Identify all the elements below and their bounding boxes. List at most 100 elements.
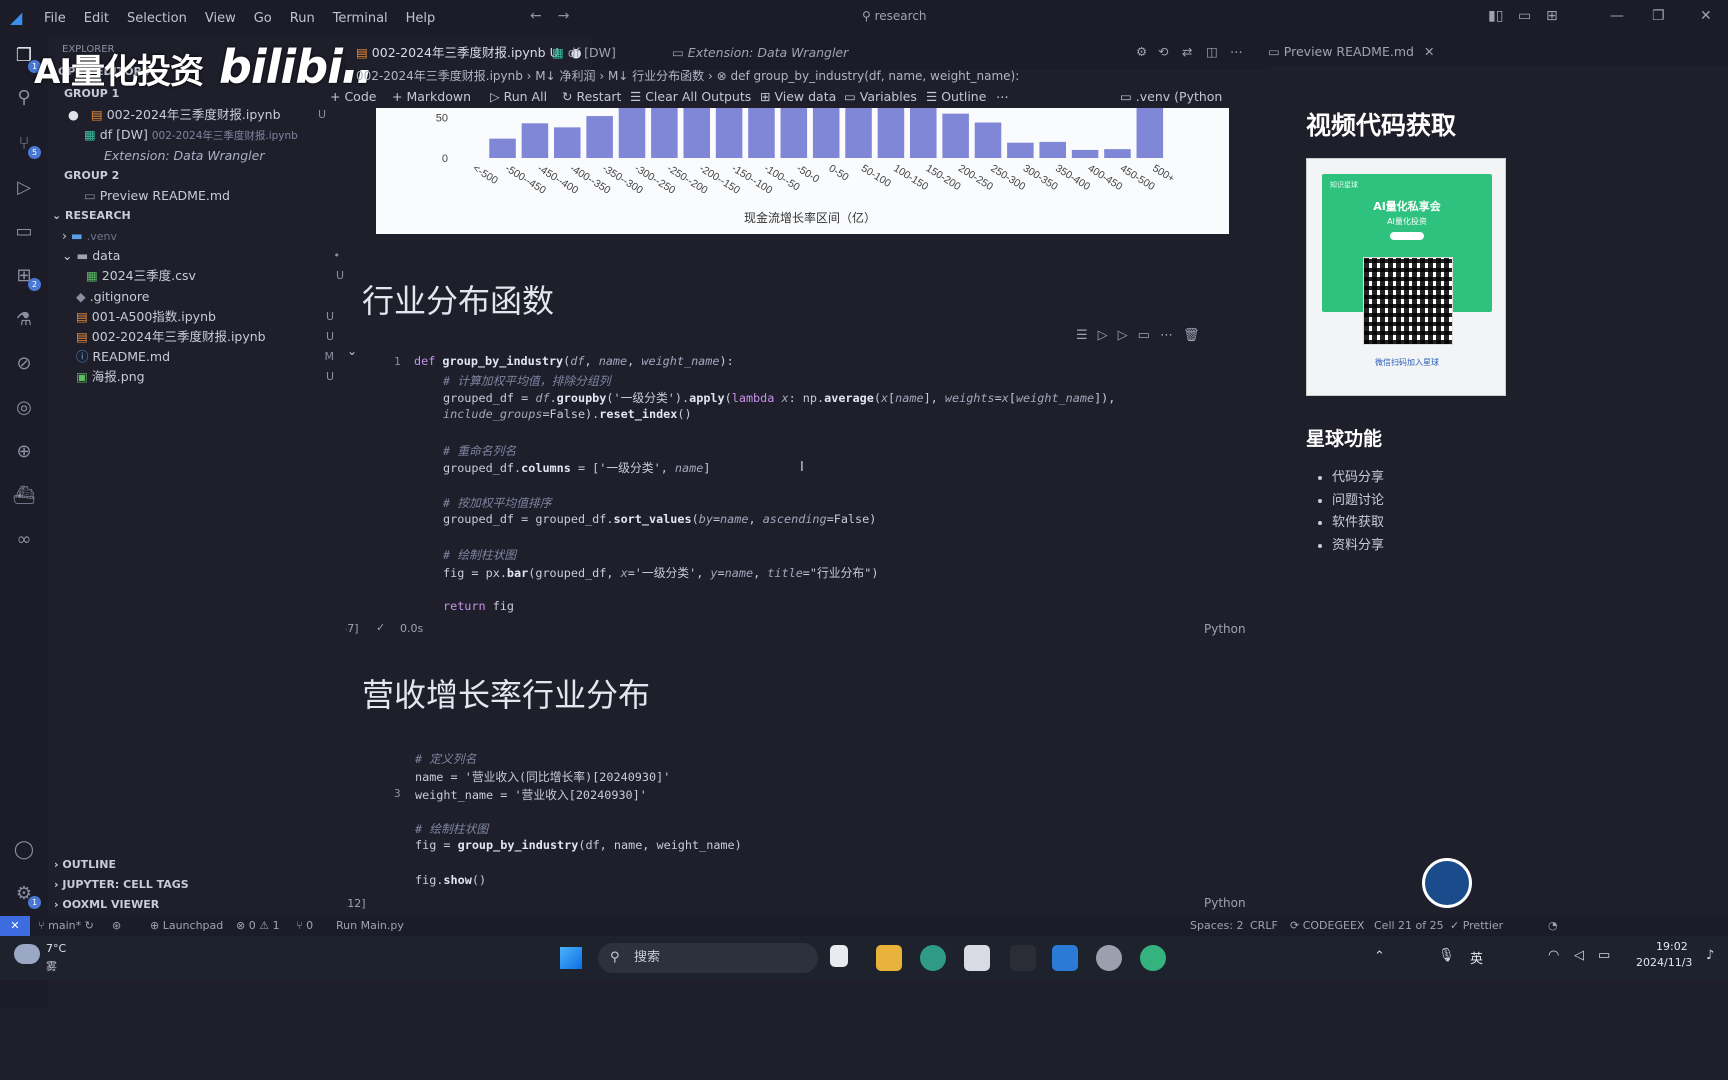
tab-preview[interactable]: ▭ Preview README.md ✕ [1268,44,1434,59]
code-line[interactable]: # 按加权平均值排序 [443,494,552,511]
variables-button[interactable]: ▭ Variables [844,86,917,108]
history-icon[interactable]: ⟲ [1158,44,1168,59]
nav-arrows[interactable]: ←→ [530,8,585,24]
run-above-icon[interactable]: ☰ [1076,328,1098,343]
restore-icon[interactable]: ❐ [1652,8,1665,24]
layout-sidebar-icon[interactable]: ▮▯ [1488,8,1503,24]
chart-bar[interactable] [877,108,905,158]
menu-file[interactable]: File [44,11,66,26]
timeline-icon[interactable]: ⊘ [12,352,36,376]
chrome-icon[interactable] [1096,945,1122,971]
chart-bar[interactable] [586,116,613,158]
menu-terminal[interactable]: Terminal [333,11,388,26]
minimize-icon[interactable]: — [1610,8,1624,24]
ports-item[interactable]: ⑂ 0 [296,916,313,936]
floating-assistant-icon[interactable] [1422,858,1472,908]
mic-icon[interactable]: 🎙 [1438,948,1455,963]
close-icon[interactable]: ✕ [1700,8,1712,24]
command-search[interactable]: ⚲ research [862,9,927,23]
layout-panel-icon[interactable]: ▭ [1518,8,1531,24]
copilot-icon[interactable]: ◎ [12,396,36,420]
open-editor-preview[interactable]: ▭ Preview README.md [84,186,382,206]
tab-df[interactable]: ▦ df [DW] [542,36,626,70]
delete-cell-icon[interactable]: 🗑 [1183,328,1210,343]
file-a500[interactable]: ▤ 001-A500指数.ipynb U [76,307,374,327]
link-icon[interactable]: ∞ [12,528,36,552]
view-data-button[interactable]: ⊞ View data [760,86,836,108]
cell-language[interactable]: Python [1204,896,1246,910]
split-cell-icon[interactable]: ▭ [1138,328,1160,343]
file-readme[interactable]: ⓘ README.md M [76,347,374,367]
search-sidebar-icon[interactable]: ⚲ [12,86,36,110]
folder-venv[interactable]: › ▬ .venv [62,226,360,246]
wps-icon[interactable] [964,945,990,971]
execute-icon[interactable]: ▷ [1118,328,1138,343]
tab-extension[interactable]: ▭ Extension: Data Wrangler [662,36,858,70]
start-button[interactable] [560,947,582,969]
more-actions-icon[interactable]: ⋯ [1230,44,1243,59]
run-debug-icon[interactable]: ▷ [12,176,36,200]
chart-bar[interactable] [748,108,775,158]
prettier-item[interactable]: ✓ Prettier [1450,916,1503,936]
run-all-button[interactable]: ▷ Run All [490,86,547,108]
outline-button[interactable]: ☰ Outline [926,86,986,108]
code-line[interactable]: # 重命名列名 [443,442,516,459]
breadcrumb[interactable]: 002-2024年三季度财报.ipynb › M↓ 净利润 › M↓ 行业分布函… [346,66,1376,86]
clock-time[interactable]: 19:02 [1656,940,1688,953]
codegeex-item[interactable]: ⟳ CODEGEEX [1290,916,1364,936]
wifi-icon[interactable]: ◠ [1548,948,1559,963]
code-line[interactable]: # 绘制柱状图 [443,546,516,563]
chart-bar[interactable] [780,108,808,158]
edge-icon[interactable] [920,945,946,971]
chart-bar[interactable] [651,108,678,158]
code-line[interactable]: include_groups=False).reset_index() [443,407,692,421]
problems-item[interactable]: ⊗ 0 ⚠ 1 [236,916,280,936]
clock-date[interactable]: 2024/11/3 [1636,956,1692,969]
code-line[interactable]: grouped_df = grouped_df.sort_values(by=n… [443,512,876,526]
remote-explorer-icon[interactable]: ▭ [12,220,36,244]
add-markdown-button[interactable]: + Markdown [392,86,471,108]
eol-item[interactable]: CRLF [1250,916,1278,936]
spaces-item[interactable]: Spaces: 2 [1190,916,1243,936]
folder-data[interactable]: ⌄ ▬ data • [62,246,360,266]
menu-help[interactable]: Help [406,11,436,26]
code-line[interactable]: def group_by_industry(df, name, weight_n… [414,354,734,368]
code-line[interactable]: fig = px.bar(grouped_df, x='一级分类', y=nam… [443,564,878,581]
cell-position-item[interactable]: Cell 21 of 25 [1374,916,1444,936]
restart-button[interactable]: ↻ Restart [562,86,621,108]
chart-bar[interactable] [1007,142,1034,158]
open-editor-notebook[interactable]: ● ▤ 002-2024年三季度财报.ipynb U [68,105,366,125]
file-explorer-icon[interactable] [876,945,902,971]
menu-run[interactable]: Run [290,11,315,26]
research-root[interactable]: ⌄ RESEARCH [52,206,350,226]
chart-bar[interactable] [715,108,743,158]
notifications-icon[interactable]: ◔ [1548,916,1558,936]
docker-icon[interactable]: ⛴ [12,484,36,508]
cell-tags-panel[interactable]: › JUPYTER: CELL TAGS [54,878,189,891]
file-poster[interactable]: ▣ 海报.png U [76,367,374,387]
chart-bar[interactable] [974,122,1002,158]
browser-e-icon[interactable] [1140,945,1166,971]
run-cell-button[interactable]: ▷ ⌄ [346,344,357,358]
chart-bar[interactable] [1071,149,1099,158]
code-line[interactable]: grouped_df = df.groupby('一级分类').apply(la… [443,389,1115,406]
task-view-icon[interactable] [830,945,848,967]
account-icon[interactable]: ◯ [12,838,36,862]
compare-icon[interactable]: ⇄ [1182,44,1192,59]
chart-bar[interactable] [683,108,710,158]
code-line[interactable]: name = '营业收入(同比增长率)[20240930]' [415,768,670,785]
code-line[interactable]: weight_name = '营业收入[20240930]' [415,786,647,803]
chart-bar[interactable] [1039,141,1066,158]
cell-more-icon[interactable]: ⋯ [1160,328,1183,343]
remote-icon[interactable]: ✕ [0,916,30,936]
chart-bar[interactable] [489,138,516,158]
code-line[interactable]: return fig [443,599,514,613]
app-cat-icon[interactable] [1010,945,1036,971]
code-line[interactable]: # 绘制柱状图 [415,820,488,837]
copilot-status-icon[interactable]: ⊛ [112,916,121,936]
launchpad-item[interactable]: ⊕ Launchpad [150,916,223,936]
file-notebook[interactable]: ▤ 002-2024年三季度财报.ipynb U [76,327,374,347]
code-line[interactable]: fig.show() [415,873,486,887]
cell-language[interactable]: Python [1204,622,1246,636]
run-main-item[interactable]: Run Main.py [336,916,404,936]
